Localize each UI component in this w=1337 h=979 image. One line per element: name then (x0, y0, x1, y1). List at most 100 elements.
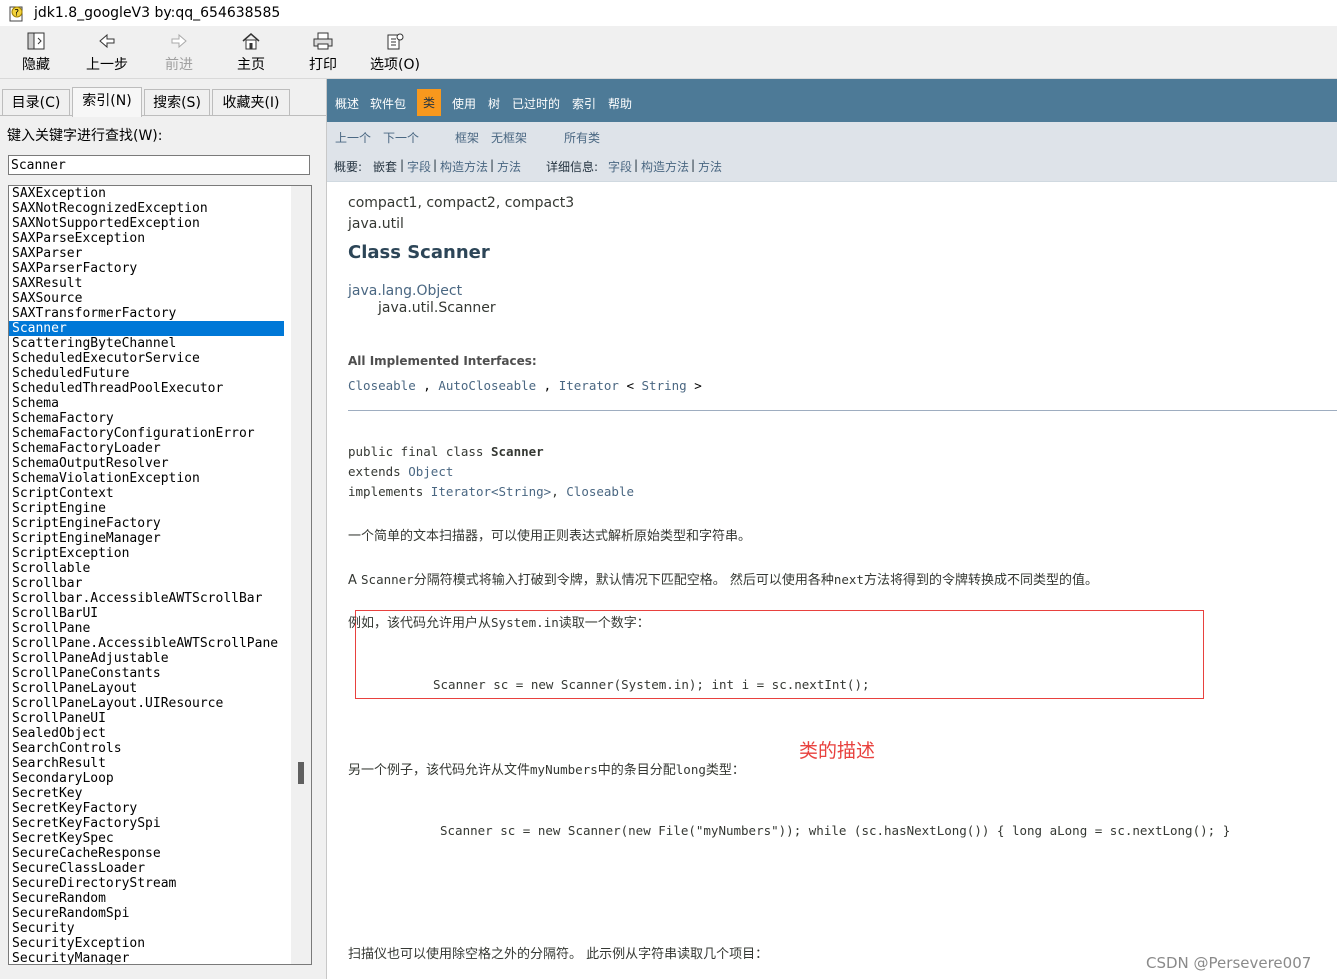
index-list-item[interactable]: SAXNotSupportedException (9, 216, 284, 231)
index-list-item[interactable]: SchemaOutputResolver (9, 456, 284, 471)
nav-overview[interactable]: 概述 (335, 95, 359, 112)
summary-constructor-link[interactable]: 构造方法 (440, 158, 488, 175)
class-title: Class Scanner (348, 242, 490, 263)
arrow-right-icon (171, 33, 187, 49)
index-list-item[interactable]: SecretKeyFactorySpi (9, 816, 284, 831)
tab-favorites[interactable]: 收藏夹(I) (212, 89, 290, 116)
index-list-item[interactable]: ScriptEngineManager (9, 531, 284, 546)
index-list-item[interactable]: Security (9, 921, 284, 936)
summary-method-link[interactable]: 方法 (497, 158, 521, 175)
interfaces-label: All Implemented Interfaces: (348, 354, 537, 368)
index-list-item[interactable]: SAXParseException (9, 231, 284, 246)
index-list-item[interactable]: SearchControls (9, 741, 284, 756)
frames-link[interactable]: 框架 (455, 129, 479, 146)
index-list-item[interactable]: SecretKeySpec (9, 831, 284, 846)
nav-deprecated[interactable]: 已过时的 (512, 95, 560, 112)
index-list-item[interactable]: SAXResult (9, 276, 284, 291)
index-list-item[interactable]: SAXParserFactory (9, 261, 284, 276)
implements-iterator-link[interactable]: Iterator<String> (431, 484, 551, 499)
index-list-item[interactable]: SAXTransformerFactory (9, 306, 284, 321)
description-para-1: 一个简单的文本扫描器，可以使用正则表达式解析原始类型和字符串。 (348, 529, 752, 544)
index-list[interactable]: SAXException SAXNotRecognizedException SAX… (8, 185, 312, 965)
nav-tabs: 目录(C) 索引(N) 搜索(S) 收藏夹(I) (0, 87, 326, 117)
index-list-item[interactable]: ScatteringByteChannel (9, 336, 284, 351)
extends-object-link[interactable]: Object (408, 464, 453, 479)
tab-index[interactable]: 索引(N) (72, 87, 142, 117)
index-list-item[interactable]: ScheduledExecutorService (9, 351, 284, 366)
nav-help[interactable]: 帮助 (608, 95, 632, 112)
detail-field-link[interactable]: 字段 (608, 158, 632, 175)
next-class-link[interactable]: 下一个 (383, 129, 419, 146)
nav-tree[interactable]: 树 (488, 95, 500, 112)
index-list-item[interactable]: SecondaryLoop (9, 771, 284, 786)
summary-field-link[interactable]: 字段 (407, 158, 431, 175)
index-list-item[interactable]: SecurityManager (9, 951, 284, 964)
forward-button[interactable]: 前进 (149, 30, 209, 74)
interface-autocloseable-link[interactable]: AutoCloseable (438, 378, 536, 393)
index-scroll-thumb[interactable] (298, 762, 304, 784)
example-3-text: 扫描仪也可以使用除空格之外的分隔符。 此示例从字符串读取几个项目： (348, 947, 769, 962)
tab-contents[interactable]: 目录(C) (2, 89, 70, 116)
prev-class-link[interactable]: 上一个 (335, 129, 371, 146)
index-list-item[interactable]: Schema (9, 396, 284, 411)
example-2-text: 另一个例子，该代码允许从文件myNumbers中的条目分配long类型： (348, 762, 745, 778)
index-list-item[interactable]: ScrollPaneUI (9, 711, 284, 726)
detail-constructor-link[interactable]: 构造方法 (641, 158, 689, 175)
index-list-item[interactable]: SAXSource (9, 291, 284, 306)
interface-closeable-link[interactable]: Closeable (348, 378, 416, 393)
print-button[interactable]: 打印 (293, 30, 353, 74)
hide-button[interactable]: 隐藏 (6, 30, 66, 74)
home-button[interactable]: 主页 (221, 30, 281, 74)
nav-index[interactable]: 索引 (572, 95, 596, 112)
keyword-input[interactable] (8, 155, 310, 175)
index-list-item[interactable]: ScriptContext (9, 486, 284, 501)
index-list-item[interactable]: ScheduledThreadPoolExecutor (9, 381, 284, 396)
index-list-item[interactable]: SecureRandomSpi (9, 906, 284, 921)
nav-use[interactable]: 使用 (452, 95, 476, 112)
index-list-item[interactable]: ScriptException (9, 546, 284, 561)
index-list-item[interactable]: SearchResult (9, 756, 284, 771)
tab-search[interactable]: 搜索(S) (144, 89, 210, 116)
index-list-item[interactable]: ScrollPaneConstants (9, 666, 284, 681)
index-list-item[interactable]: ScrollBarUI (9, 606, 284, 621)
index-list-item[interactable]: SecretKey (9, 786, 284, 801)
index-list-item[interactable]: SchemaFactory (9, 411, 284, 426)
index-list-item[interactable]: SAXException (9, 186, 284, 201)
index-list-item[interactable]: ScrollPane.AccessibleAWTScrollPane (9, 636, 284, 651)
index-list-item[interactable]: SecurityException (9, 936, 284, 951)
interface-string-link[interactable]: String (642, 378, 687, 393)
index-list-item[interactable]: Scanner (9, 321, 284, 336)
index-list-item[interactable]: ScheduledFuture (9, 366, 284, 381)
no-frames-link[interactable]: 无框架 (491, 129, 527, 146)
index-list-item[interactable]: Scrollable (9, 561, 284, 576)
index-list-item[interactable]: SecureDirectoryStream (9, 876, 284, 891)
index-list-item[interactable]: Scrollbar.AccessibleAWTScrollBar (9, 591, 284, 606)
index-list-item[interactable]: Scrollbar (9, 576, 284, 591)
implements-closeable-link[interactable]: Closeable (566, 484, 634, 499)
index-list-item[interactable]: SecureRandom (9, 891, 284, 906)
index-list-item[interactable]: ScrollPaneLayout.UIResource (9, 696, 284, 711)
index-list-item[interactable]: SAXNotRecognizedException (9, 201, 284, 216)
all-classes-link[interactable]: 所有类 (564, 129, 600, 146)
index-list-item[interactable]: SchemaFactoryConfigurationError (9, 426, 284, 441)
watermark: CSDN @Persevere007 (1146, 954, 1312, 972)
index-list-item[interactable]: ScrollPane (9, 621, 284, 636)
index-list-item[interactable]: SAXParser (9, 246, 284, 261)
index-list-item[interactable]: ScriptEngine (9, 501, 284, 516)
index-list-item[interactable]: ScriptEngineFactory (9, 516, 284, 531)
index-list-item[interactable]: SchemaViolationException (9, 471, 284, 486)
index-list-item[interactable]: SecureCacheResponse (9, 846, 284, 861)
back-button[interactable]: 上一步 (77, 30, 137, 74)
index-list-item[interactable]: SchemaFactoryLoader (9, 441, 284, 456)
index-list-item[interactable]: ScrollPaneLayout (9, 681, 284, 696)
detail-method-link[interactable]: 方法 (698, 158, 722, 175)
index-list-item[interactable]: SecureClassLoader (9, 861, 284, 876)
nav-package[interactable]: 软件包 (370, 95, 406, 112)
options-button[interactable]: 选项(O) (365, 30, 425, 74)
interface-iterator-link[interactable]: Iterator (559, 378, 619, 393)
index-list-item[interactable]: ScrollPaneAdjustable (9, 651, 284, 666)
inherit-parent-link[interactable]: java.lang.Object (348, 283, 462, 299)
index-list-item[interactable]: SecretKeyFactory (9, 801, 284, 816)
index-list-item[interactable]: SealedObject (9, 726, 284, 741)
index-scrollbar[interactable] (291, 186, 311, 964)
